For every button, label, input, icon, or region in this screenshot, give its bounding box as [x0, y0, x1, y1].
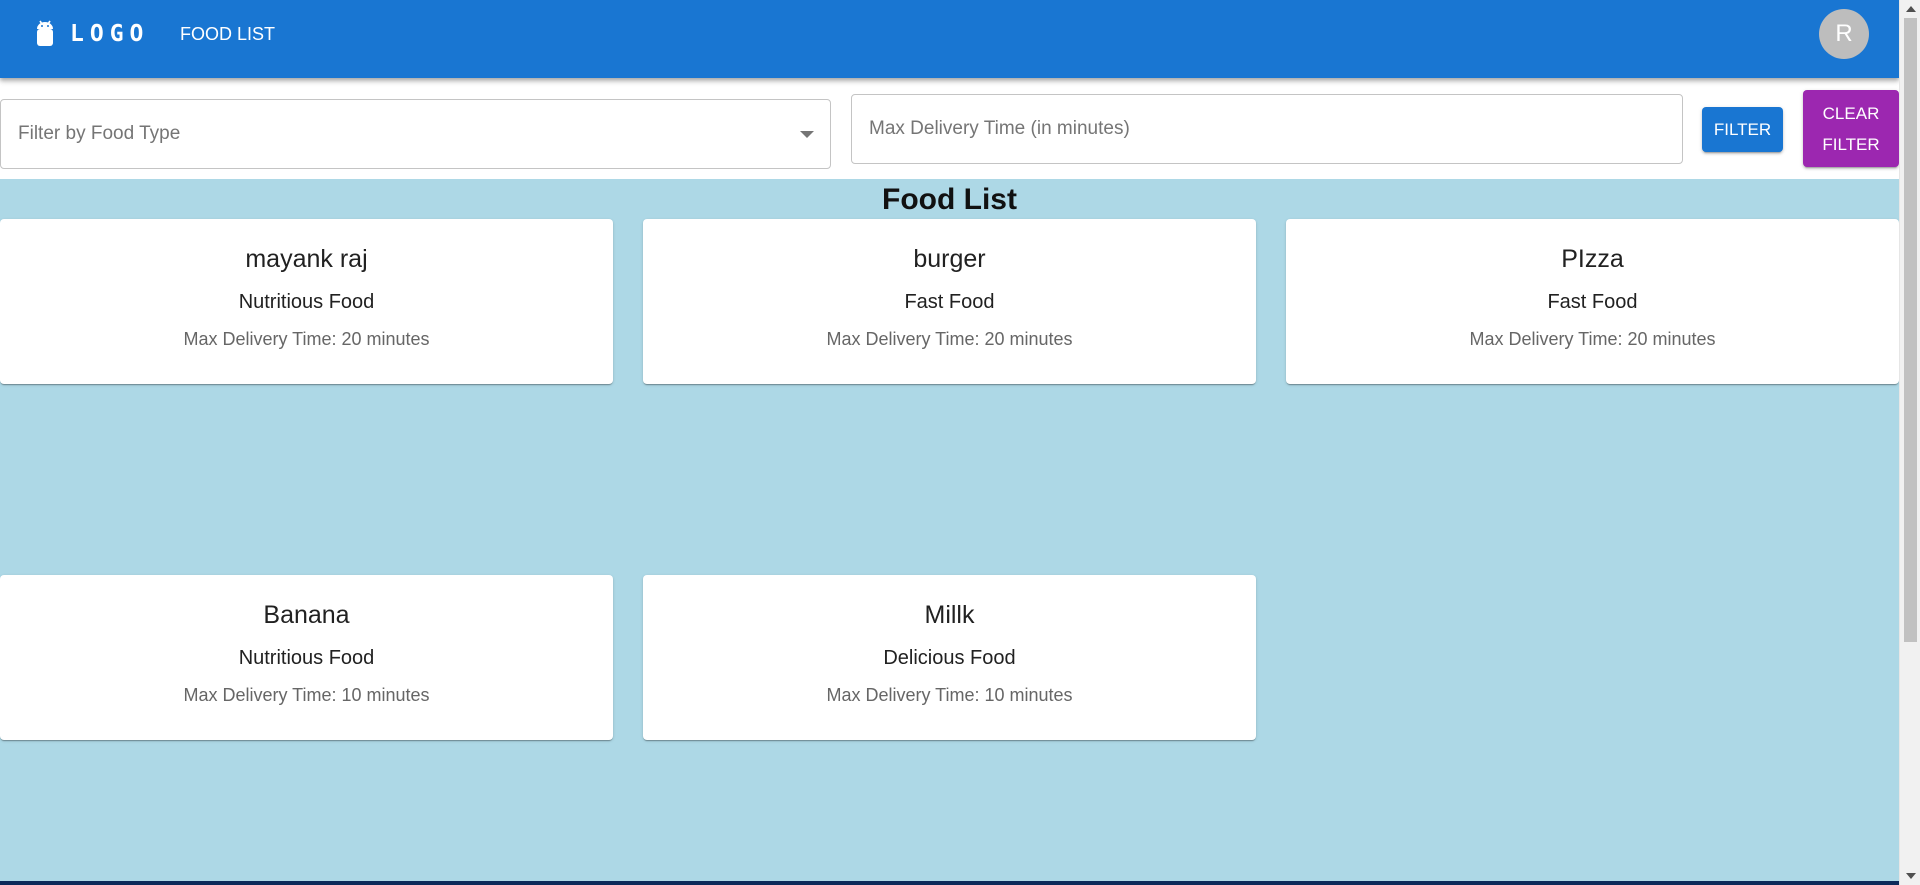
taskbar-edge — [0, 881, 1899, 885]
food-card[interactable]: mayank raj Nutritious Food Max Delivery … — [0, 219, 613, 384]
food-delivery-time: Max Delivery Time: 10 minutes — [183, 685, 430, 705]
food-card[interactable]: PIzza Fast Food Max Delivery Time: 20 mi… — [1286, 219, 1899, 384]
scroll-down-icon[interactable] — [1906, 873, 1916, 879]
max-delivery-field — [851, 94, 1683, 164]
food-name: Banana — [263, 601, 350, 629]
user-avatar[interactable]: R — [1819, 9, 1869, 59]
food-type-select[interactable]: Filter by Food Type — [0, 99, 831, 169]
food-name: burger — [913, 245, 986, 273]
food-delivery-time: Max Delivery Time: 20 minutes — [1469, 329, 1716, 349]
page-title: Food List — [882, 183, 1017, 216]
chevron-down-icon — [800, 131, 814, 138]
max-delivery-input[interactable] — [852, 95, 1682, 163]
food-list-page: LOGO FOOD LIST R Filter by Food Type FIL… — [0, 0, 1899, 885]
logo-text[interactable]: LOGO — [70, 21, 149, 47]
app-bar: LOGO FOOD LIST R — [0, 0, 1899, 78]
food-name: PIzza — [1561, 245, 1624, 273]
food-name: Millk — [924, 601, 975, 629]
food-type-placeholder: Filter by Food Type — [18, 123, 181, 144]
food-delivery-time: Max Delivery Time: 20 minutes — [183, 329, 430, 349]
food-type: Fast Food — [1547, 291, 1638, 313]
food-name: mayank raj — [245, 245, 368, 273]
filter-button[interactable]: FILTER — [1702, 107, 1783, 152]
food-type: Nutritious Food — [238, 291, 375, 313]
food-delivery-time: Max Delivery Time: 20 minutes — [826, 329, 1073, 349]
android-icon — [37, 20, 53, 46]
food-type: Delicious Food — [883, 647, 1016, 669]
vertical-scrollbar[interactable] — [1899, 0, 1920, 885]
food-card[interactable]: Banana Nutritious Food Max Delivery Time… — [0, 575, 613, 740]
food-card[interactable]: burger Fast Food Max Delivery Time: 20 m… — [643, 219, 1256, 384]
nav-link-food-list[interactable]: FOOD LIST — [170, 14, 285, 54]
scroll-up-icon[interactable] — [1906, 6, 1916, 12]
food-delivery-time: Max Delivery Time: 10 minutes — [826, 685, 1073, 705]
filter-bar: Filter by Food Type FILTER CLEAR FILTER — [0, 78, 1899, 179]
food-type: Fast Food — [904, 291, 995, 313]
food-type: Nutritious Food — [238, 647, 375, 669]
clear-filter-button[interactable]: CLEAR FILTER — [1803, 90, 1899, 167]
scroll-thumb[interactable] — [1904, 18, 1917, 642]
food-card[interactable]: Millk Delicious Food Max Delivery Time: … — [643, 575, 1256, 740]
food-list-content: Food List mayank raj Nutritious Food Max… — [0, 179, 1899, 885]
